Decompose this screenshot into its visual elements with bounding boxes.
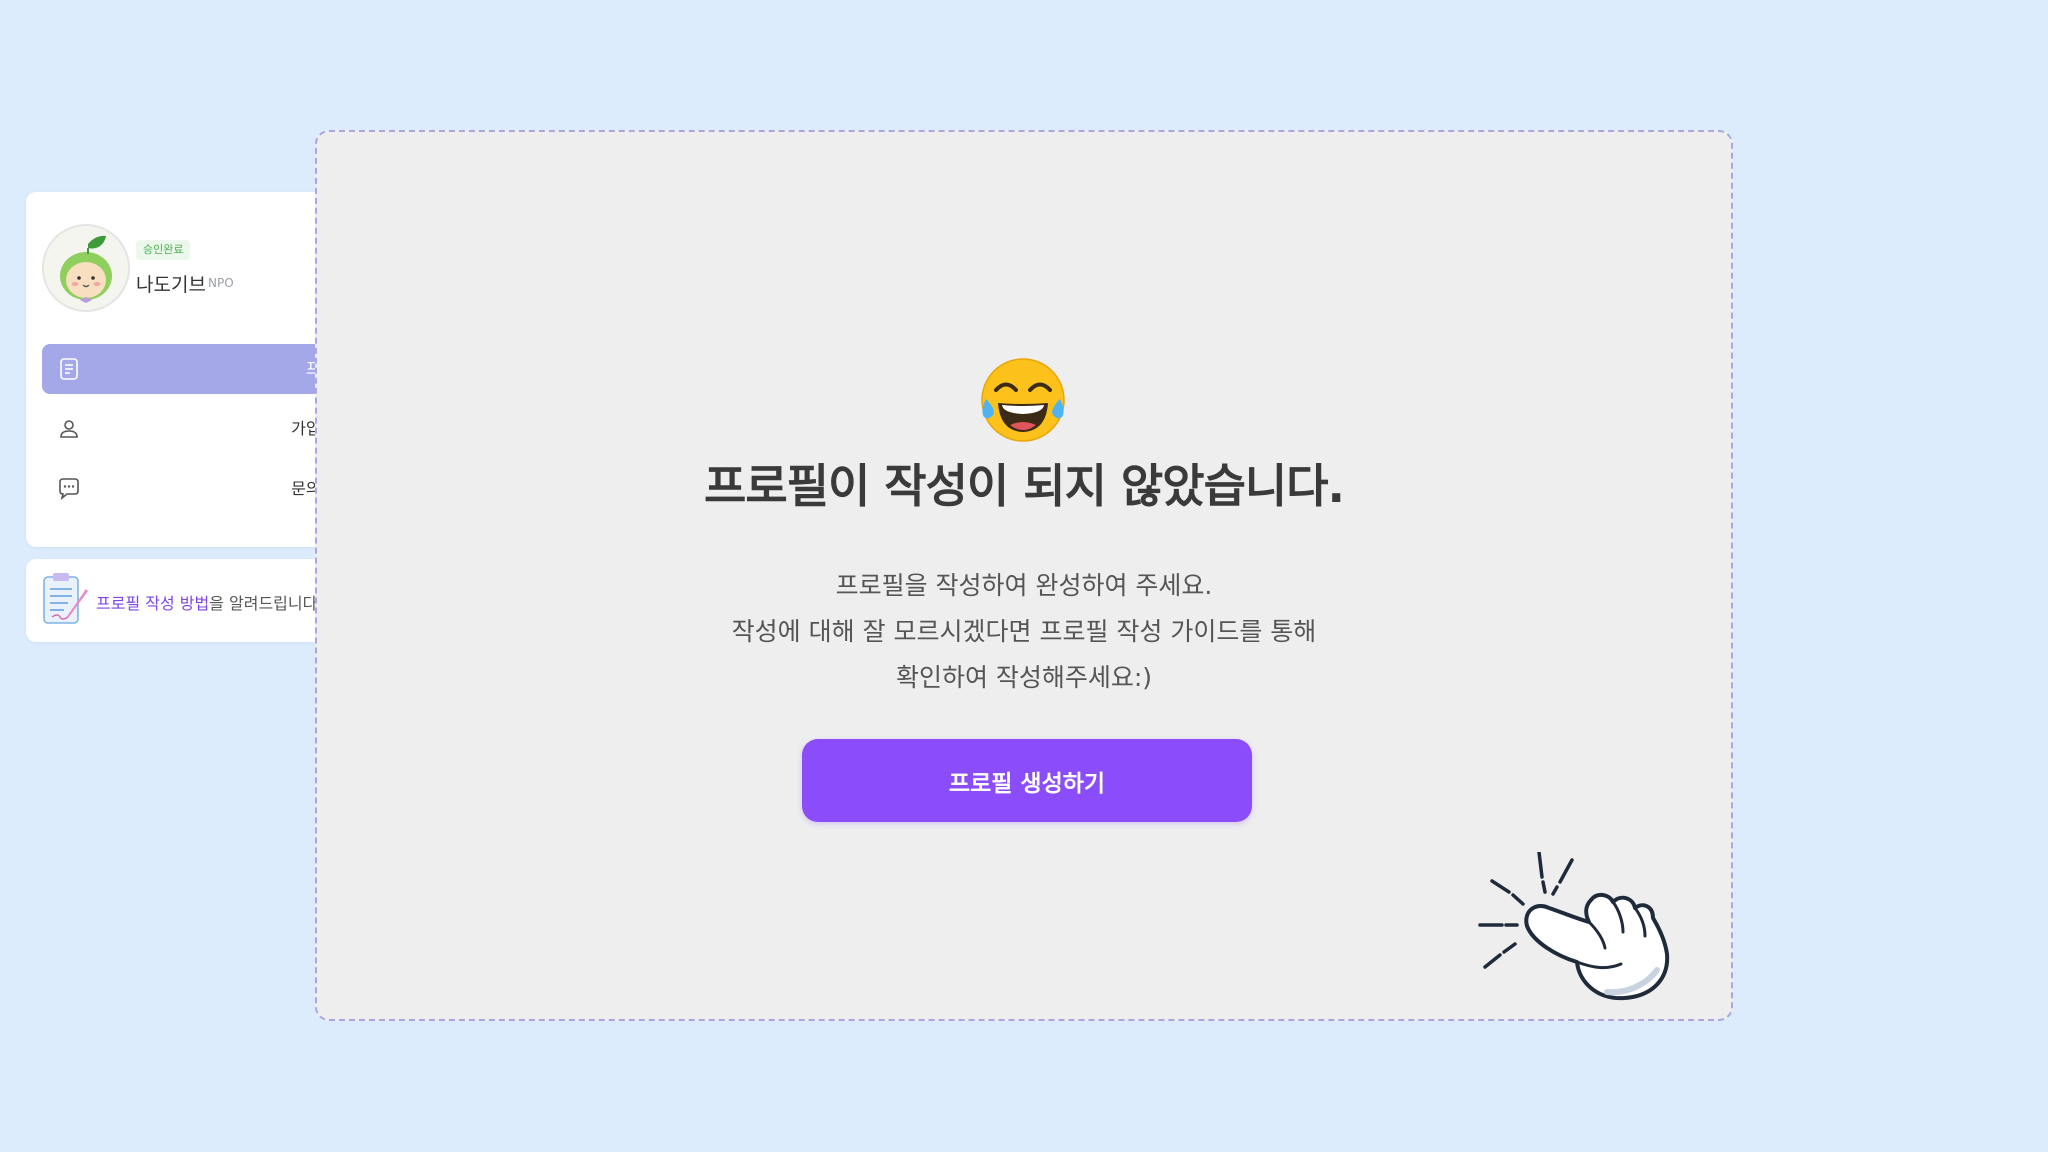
sidebar-item-signup-info[interactable]: 가입정보 [42, 404, 356, 454]
empty-state-description-line: 확인하여 작성해주세요:) [895, 663, 1153, 692]
guide-highlight: 프로필 작성 방법 [96, 594, 210, 613]
organization-name: 나도기브 [136, 274, 206, 296]
empty-state-title: 프로필이 작성이 되지 않았습니다. [704, 459, 1345, 513]
document-list-icon [60, 358, 78, 380]
guide-suffix: 을 알려드립니다 [209, 594, 318, 613]
click-hand-icon [1478, 852, 1670, 1001]
empty-state-description-line: 프로필을 작성하여 완성하여 주세요. [835, 571, 1213, 600]
face-with-tears-of-joy-icon [981, 358, 1065, 442]
mascot-avatar-icon [44, 226, 128, 310]
sidebar-item-inquiry[interactable]: 문의하기 [42, 464, 356, 514]
person-icon [60, 420, 78, 438]
chat-bubble-icon [59, 478, 79, 501]
create-profile-button[interactable]: 프로필 생성하기 [802, 739, 1252, 822]
guide-text: 프로필 작성 방법을 알려드립니다 [96, 590, 317, 614]
clipboard-pen-icon [43, 573, 88, 624]
avatar [42, 224, 130, 312]
profile-card: 승인완료 나도기브 NPO 프로필 가입정보 문의하기 [26, 192, 356, 547]
organization-type: NPO [208, 276, 234, 290]
approval-status-badge: 승인완료 [136, 240, 191, 260]
sidebar-item-profile[interactable]: 프로필 [42, 344, 356, 394]
empty-profile-panel: 프로필이 작성이 되지 않았습니다. 프로필을 작성하여 완성하여 주세요. 작… [315, 130, 1733, 1021]
empty-state-description-line: 작성에 대해 잘 모르시겠다면 프로필 작성 가이드를 통해 [731, 617, 1317, 646]
profile-guide-link[interactable]: 프로필 작성 방법을 알려드립니다 [26, 559, 356, 642]
